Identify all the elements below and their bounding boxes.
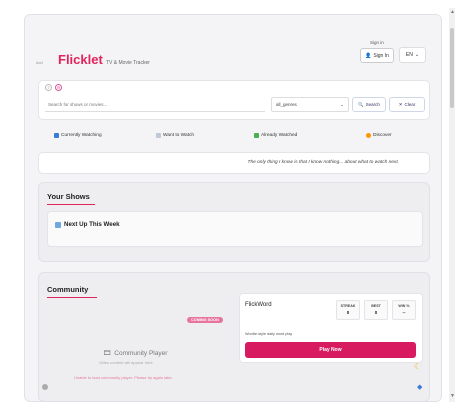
language-select[interactable]: EN ⌄ — [399, 47, 426, 63]
up-next-label: Next Up This Week — [64, 221, 120, 228]
clear-button-label: Clear — [404, 102, 416, 107]
stat-value: -- — [402, 310, 406, 315]
user-icon: 👤 — [365, 52, 372, 59]
play-now-button[interactable]: Play Now — [245, 342, 416, 358]
app-header: ddd Flicklet TV & Movie Tracker Sign in … — [36, 38, 432, 68]
section-title: Your Shows — [47, 192, 90, 201]
search-icon: 🔍 — [358, 101, 364, 107]
up-next-card: Next Up This Week — [47, 211, 423, 247]
tv-icon — [54, 132, 59, 138]
community-player: COMING SOON 🎞 Community Player Video con… — [39, 303, 235, 402]
sign-in-button[interactable]: 👤 Sign In — [360, 48, 394, 63]
player-title-label: Community Player — [114, 349, 168, 357]
genre-select[interactable]: all_genres ⌄ — [271, 97, 349, 112]
tab-label: Already Watched — [261, 132, 298, 138]
search-card: ? ⚙ all_genres ⌄ 🔍 Search ✕ Clear — [38, 80, 430, 120]
flickword-card: FlickWord STREAK 0 BEST 0 WIN % -- Wordl… — [239, 293, 423, 363]
film-icon: 🎞 — [103, 350, 112, 357]
stat-value: 0 — [374, 310, 378, 315]
quote-bar: The only thing I know is that I know not… — [38, 152, 430, 174]
settings-icon[interactable]: ⚙ — [55, 84, 62, 91]
stat-label: BEST — [371, 304, 381, 308]
section-underline — [47, 297, 97, 298]
signin-label: Sign in — [370, 40, 384, 45]
genre-select-value: all_genres — [276, 102, 297, 107]
tab-label: Discover — [373, 132, 392, 138]
search-input[interactable] — [45, 97, 265, 112]
search-card-icons: ? ⚙ — [45, 84, 62, 91]
tab-currently-watching[interactable]: Currently Watching — [54, 128, 102, 142]
chevron-down-icon: ⌄ — [340, 101, 344, 107]
section-title: Community — [47, 285, 89, 294]
quote-text: The only thing I know is that I know not… — [247, 160, 399, 165]
coming-soon-badge: COMING SOON — [187, 317, 223, 323]
community-player-title: 🎞 Community Player — [103, 349, 168, 358]
language-value: EN — [405, 52, 413, 58]
brand-small-text: ddd — [36, 60, 43, 65]
section-underline — [47, 204, 95, 205]
sparkle-icon — [366, 132, 371, 138]
player-error: Unable to load community player. Please … — [74, 375, 173, 380]
brand-tagline: TV & Movie Tracker — [106, 60, 150, 66]
settings-icon[interactable] — [42, 384, 48, 390]
clear-button[interactable]: ✕ Clear — [389, 97, 425, 112]
scroll-up-arrow-icon[interactable]: ▲ — [450, 8, 455, 16]
bookmark-icon — [156, 132, 161, 138]
tab-want-to-watch[interactable]: Want to Watch — [156, 128, 194, 142]
search-button[interactable]: 🔍 Search — [352, 97, 386, 112]
scroll-thumb[interactable] — [450, 28, 454, 108]
scrollbar[interactable]: ▲ ▼ — [449, 8, 455, 402]
tab-discover[interactable]: Discover — [366, 128, 392, 142]
up-next-title: Next Up This Week — [55, 221, 120, 228]
stat-value: 0 — [346, 310, 350, 315]
stat-streak: STREAK 0 — [336, 300, 360, 320]
calendar-icon — [55, 221, 61, 228]
stat-win-percent: WIN % -- — [392, 300, 416, 320]
tab-label: Currently Watching — [61, 132, 102, 138]
search-button-label: Search — [365, 102, 380, 107]
community-section: Community COMING SOON 🎞 Community Player… — [38, 272, 430, 402]
chat-icon[interactable]: ◆ — [417, 383, 422, 391]
stat-best: BEST 0 — [364, 300, 388, 320]
check-icon — [254, 132, 259, 138]
flickword-description: Wordle-style daily word play — [245, 332, 293, 336]
player-subtitle: Video content will appear here — [99, 360, 153, 365]
tab-already-watched[interactable]: Already Watched — [254, 128, 297, 142]
stat-label: STREAK — [340, 304, 356, 308]
close-icon: ✕ — [398, 101, 403, 107]
flickword-title: FlickWord — [245, 302, 272, 308]
brand-logo[interactable]: Flicklet — [58, 52, 103, 67]
help-icon[interactable]: ? — [45, 84, 52, 91]
moon-icon[interactable]: ☾ — [414, 362, 421, 371]
scroll-down-arrow-icon[interactable]: ▼ — [450, 392, 455, 400]
sign-in-button-label: Sign In — [373, 52, 389, 59]
main-tabs: Currently Watching Want to Watch Already… — [38, 128, 430, 142]
stat-label: WIN % — [398, 304, 410, 308]
chevron-down-icon: ⌄ — [414, 52, 420, 58]
tab-label: Want to Watch — [163, 132, 195, 138]
your-shows-section: Your Shows Next Up This Week — [38, 182, 430, 262]
